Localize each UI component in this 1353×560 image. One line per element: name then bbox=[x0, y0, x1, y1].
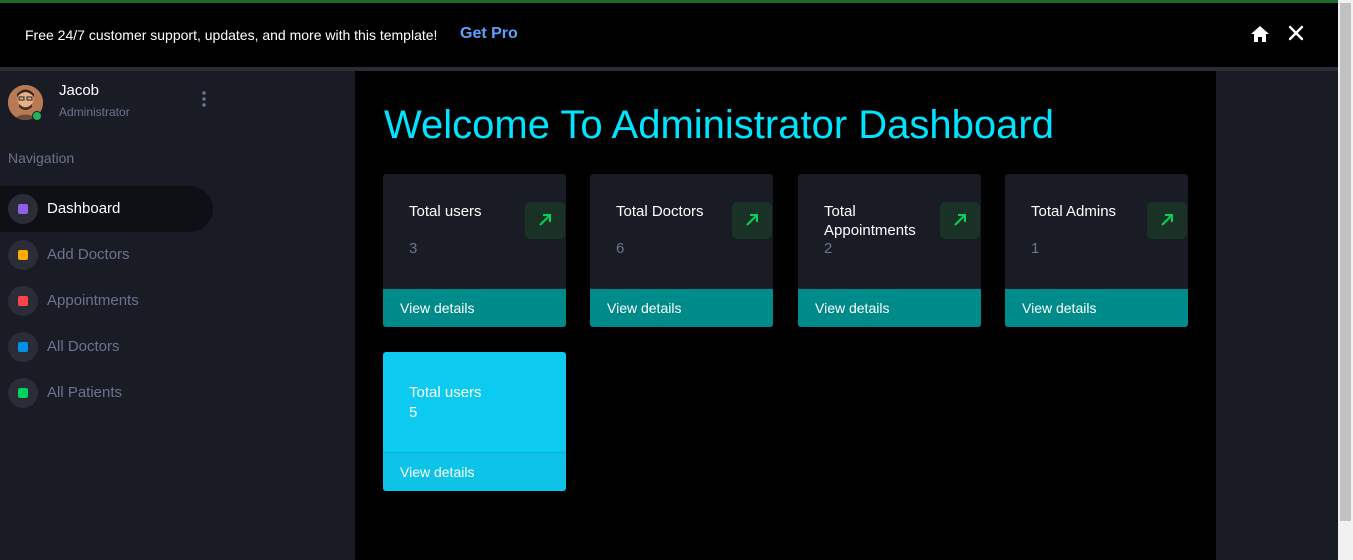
banner-message: Free 24/7 customer support, updates, and… bbox=[25, 27, 438, 43]
card-title: Total Appointments bbox=[824, 203, 916, 239]
nav-icon-wrap bbox=[8, 286, 38, 316]
card-value: 6 bbox=[616, 240, 625, 257]
nav-icon-wrap bbox=[8, 240, 38, 270]
scrollbar-thumb[interactable] bbox=[1340, 3, 1351, 521]
card-value: 3 bbox=[409, 240, 418, 257]
close-icon[interactable] bbox=[1287, 24, 1305, 42]
view-details-link[interactable]: View details bbox=[590, 289, 773, 327]
card-title: Total Admins bbox=[1031, 203, 1117, 220]
view-details-link[interactable]: View details bbox=[383, 452, 566, 491]
promo-banner: Free 24/7 customer support, updates, and… bbox=[0, 3, 1338, 67]
trend-badge bbox=[1147, 202, 1187, 239]
appointments-icon bbox=[18, 296, 28, 306]
card-value: 2 bbox=[824, 240, 833, 257]
all-patients-icon bbox=[18, 388, 28, 398]
sidebar-item-dashboard[interactable]: Dashboard bbox=[0, 186, 213, 232]
sidebar-item-label: All Patients bbox=[47, 384, 123, 401]
profile-role: Administrator bbox=[59, 105, 130, 119]
sidebar-item-appointments[interactable]: Appointments bbox=[0, 278, 213, 324]
card-title: Total Doctors bbox=[616, 203, 704, 220]
card-value: 1 bbox=[1031, 240, 1040, 257]
view-details-link[interactable]: View details bbox=[798, 289, 981, 327]
home-icon[interactable] bbox=[1250, 24, 1270, 44]
view-details-label: View details bbox=[400, 300, 475, 316]
dashboard-icon bbox=[18, 204, 28, 214]
nav-icon-wrap bbox=[8, 194, 38, 224]
sidebar-item-label: All Doctors bbox=[47, 338, 120, 355]
main-content: Welcome To Administrator Dashboard Total… bbox=[355, 71, 1216, 560]
sidebar-item-label: Appointments bbox=[47, 292, 139, 309]
sidebar-item-all-doctors[interactable]: All Doctors bbox=[0, 324, 213, 370]
more-vertical-icon[interactable] bbox=[198, 90, 210, 108]
view-details-label: View details bbox=[1022, 300, 1097, 316]
page-title: Welcome To Administrator Dashboard bbox=[384, 103, 1054, 147]
profile-name: Jacob bbox=[59, 82, 100, 99]
view-details-label: View details bbox=[400, 464, 475, 480]
card-title: Total users bbox=[409, 384, 482, 401]
stat-card-total-users: Total users 3 View details bbox=[383, 174, 566, 327]
add-doctors-icon bbox=[18, 250, 28, 260]
arrow-up-right-icon bbox=[1161, 214, 1173, 226]
card-value: 5 bbox=[409, 404, 418, 421]
get-pro-link[interactable]: Get Pro bbox=[460, 25, 518, 43]
sidebar: Jacob Administrator Navigation Dashboard… bbox=[0, 71, 355, 560]
sidebar-item-all-patients[interactable]: All Patients bbox=[0, 370, 213, 416]
stat-card-total-doctors: Total Doctors 6 View details bbox=[590, 174, 773, 327]
card-title: Total users bbox=[409, 203, 482, 220]
right-panel bbox=[1216, 71, 1338, 560]
arrow-up-right-icon bbox=[746, 214, 758, 226]
arrow-up-right-icon bbox=[954, 214, 966, 226]
trend-badge bbox=[732, 202, 772, 239]
stat-card-total-admins: Total Admins 1 View details bbox=[1005, 174, 1188, 327]
sidebar-item-label: Add Doctors bbox=[47, 246, 130, 263]
trend-badge bbox=[940, 202, 980, 239]
stat-card-total-users-highlight: Total users 5 View details bbox=[383, 352, 566, 491]
stat-card-total-appointments: Total Appointments 2 View details bbox=[798, 174, 981, 327]
online-status-dot bbox=[32, 111, 42, 121]
view-details-label: View details bbox=[607, 300, 682, 316]
all-doctors-icon bbox=[18, 342, 28, 352]
view-details-link[interactable]: View details bbox=[383, 289, 566, 327]
view-details-link[interactable]: View details bbox=[1005, 289, 1188, 327]
trend-badge bbox=[525, 202, 565, 239]
arrow-up-right-icon bbox=[539, 214, 551, 226]
sidebar-item-add-doctors[interactable]: Add Doctors bbox=[0, 232, 213, 278]
sidebar-item-label: Dashboard bbox=[47, 200, 121, 217]
nav-icon-wrap bbox=[8, 378, 38, 408]
view-details-label: View details bbox=[815, 300, 890, 316]
nav-heading: Navigation bbox=[8, 150, 75, 166]
nav-icon-wrap bbox=[8, 332, 38, 362]
